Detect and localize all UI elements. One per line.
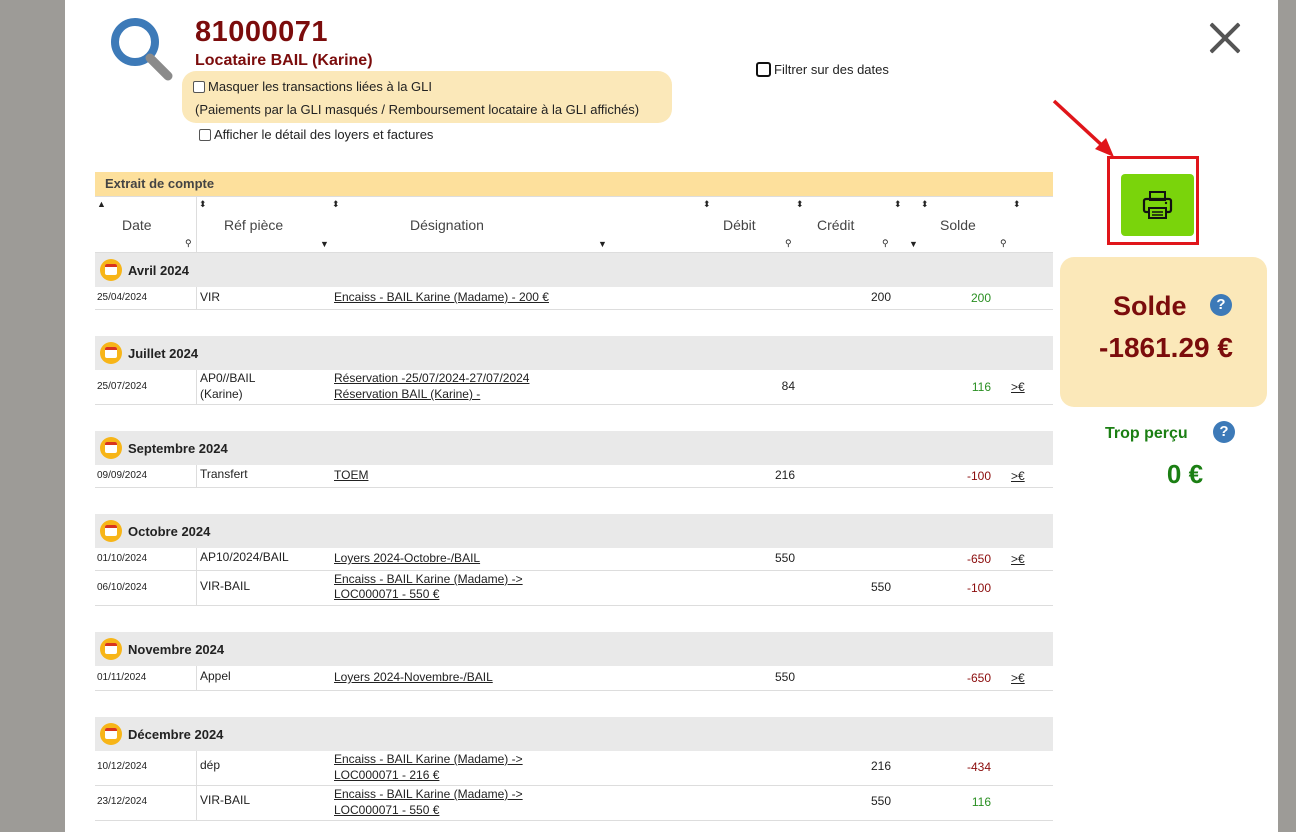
payment-link[interactable]: >€	[1011, 380, 1025, 394]
calendar-icon	[100, 437, 122, 459]
column-header-row: ▲ Date ⚲ ⬍ Réf pièce ▼ ⬍ Désignation ▼ ⬍…	[95, 197, 1053, 253]
filter-icon[interactable]: ▼	[909, 239, 918, 249]
col-date[interactable]: Date	[122, 217, 152, 233]
col-designation[interactable]: Désignation	[410, 217, 484, 233]
table-row[interactable]: 25/04/2024 VIR Encaiss - BAIL Karine (Ma…	[95, 287, 1053, 310]
calendar-icon	[100, 342, 122, 364]
show-detail-label: Afficher le détail des loyers et facture…	[214, 127, 434, 142]
hide-gli-checkbox[interactable]	[193, 80, 205, 93]
calendar-icon	[100, 638, 122, 660]
show-detail-option: Afficher le détail des loyers et facture…	[199, 127, 433, 142]
search-icon[interactable]: ⚲	[185, 238, 192, 249]
table-row[interactable]: 01/10/2024 AP10/2024/BAIL Loyers 2024-Oc…	[95, 548, 1053, 571]
help-icon[interactable]: ?	[1213, 421, 1235, 443]
month-group-header: Juillet 2024	[95, 336, 1053, 370]
designation-link[interactable]: LOC000071 - 550 €	[334, 802, 694, 818]
filter-icon[interactable]: ▼	[320, 239, 329, 249]
month-group-header: Décembre 2024	[95, 717, 1053, 751]
print-button[interactable]	[1121, 174, 1194, 236]
overpayment-value: 0 €	[1166, 459, 1204, 489]
calendar-icon	[100, 723, 122, 745]
sort-icon[interactable]: ⬍	[796, 199, 804, 210]
designation-link[interactable]: Encaiss - BAIL Karine (Madame) ->	[334, 751, 694, 767]
show-detail-checkbox[interactable]	[199, 128, 211, 141]
payment-link[interactable]: >€	[1011, 552, 1025, 566]
search-icon	[111, 18, 173, 81]
account-id: 81000071	[195, 16, 329, 48]
statement-table: Extrait de compte ▲ Date ⚲ ⬍ Réf pièce ▼…	[95, 172, 1053, 821]
month-group-header: Septembre 2024	[95, 431, 1053, 465]
sort-icon[interactable]: ⬍	[703, 199, 711, 210]
designation-link[interactable]: Encaiss - BAIL Karine (Madame) - 200 €	[334, 289, 694, 305]
table-row[interactable]: 10/12/2024 dép Encaiss - BAIL Karine (Ma…	[95, 751, 1053, 786]
designation-link[interactable]: Loyers 2024-Novembre-/BAIL	[334, 669, 694, 685]
col-solde[interactable]: Solde	[940, 217, 976, 233]
overpayment-label: Trop perçu	[1105, 425, 1188, 442]
tenant-name: Locataire BAIL (Karine)	[195, 52, 373, 69]
filter-dates-label: Filtrer sur des dates	[774, 62, 889, 77]
table-row[interactable]: 23/12/2024 VIR-BAIL Encaiss - BAIL Karin…	[95, 786, 1053, 821]
payment-link[interactable]: >€	[1011, 469, 1025, 483]
filter-dates-checkbox[interactable]	[756, 62, 771, 77]
filter-icon[interactable]: ▼	[598, 239, 607, 249]
designation-link[interactable]: Loyers 2024-Octobre-/BAIL	[334, 550, 694, 566]
table-row[interactable]: 01/11/2024 Appel Loyers 2024-Novembre-/B…	[95, 666, 1053, 691]
designation-link[interactable]: Réservation -25/07/2024-27/07/2024	[334, 370, 694, 386]
table-row[interactable]: 09/09/2024 Transfert TOEM 216 -100 >€	[95, 465, 1053, 488]
balance-value: -1861.29 €	[1099, 332, 1233, 363]
account-statement-modal: 81000071 Locataire BAIL (Karine) Masquer…	[65, 0, 1278, 832]
col-debit[interactable]: Débit	[723, 217, 756, 233]
table-row[interactable]: 06/10/2024 VIR-BAIL Encaiss - BAIL Karin…	[95, 571, 1053, 606]
help-icon[interactable]: ?	[1210, 294, 1232, 316]
close-icon[interactable]	[1205, 18, 1245, 58]
designation-link[interactable]: TOEM	[334, 467, 694, 483]
sort-icon[interactable]: ⬍	[894, 199, 902, 210]
table-title: Extrait de compte	[95, 172, 1053, 197]
month-group-header: Novembre 2024	[95, 632, 1053, 666]
printer-icon	[1142, 191, 1173, 219]
sort-icon[interactable]: ⬍	[1013, 199, 1021, 210]
filter-dates-option: Filtrer sur des dates	[756, 62, 889, 77]
calendar-icon	[100, 259, 122, 281]
col-ref[interactable]: Réf pièce	[224, 217, 283, 233]
search-icon[interactable]: ⚲	[1000, 238, 1007, 249]
search-icon[interactable]: ⚲	[882, 238, 889, 249]
balance-label: Solde	[1113, 291, 1187, 321]
payment-link[interactable]: >€	[1011, 671, 1025, 685]
balance-summary: Solde ? -1861.29 €	[1060, 257, 1267, 407]
designation-link[interactable]: LOC000071 - 550 €	[334, 586, 694, 602]
table-row[interactable]: 25/07/2024 AP0//BAIL (Karine) Réservatio…	[95, 370, 1053, 405]
search-icon[interactable]: ⚲	[785, 238, 792, 249]
month-group-header: Octobre 2024	[95, 514, 1053, 548]
hide-gli-option: Masquer les transactions liées à la GLI	[193, 79, 432, 94]
sort-asc-icon[interactable]: ▲	[97, 199, 106, 209]
sort-icon[interactable]: ⬍	[199, 199, 207, 210]
month-group-header: Avril 2024	[95, 253, 1053, 287]
gli-options-box: Masquer les transactions liées à la GLI …	[182, 71, 672, 123]
designation-link[interactable]: Encaiss - BAIL Karine (Madame) ->	[334, 571, 694, 587]
designation-link[interactable]: Réservation BAIL (Karine) -	[334, 386, 694, 402]
sort-icon[interactable]: ⬍	[332, 199, 340, 210]
sort-icon[interactable]: ⬍	[921, 199, 929, 210]
hide-gli-note: (Paiements par la GLI masqués / Rembours…	[195, 102, 640, 117]
designation-link[interactable]: LOC000071 - 216 €	[334, 767, 694, 783]
calendar-icon	[100, 520, 122, 542]
hide-gli-label: Masquer les transactions liées à la GLI	[208, 79, 432, 94]
col-credit[interactable]: Crédit	[817, 217, 854, 233]
designation-link[interactable]: Encaiss - BAIL Karine (Madame) ->	[334, 786, 694, 802]
